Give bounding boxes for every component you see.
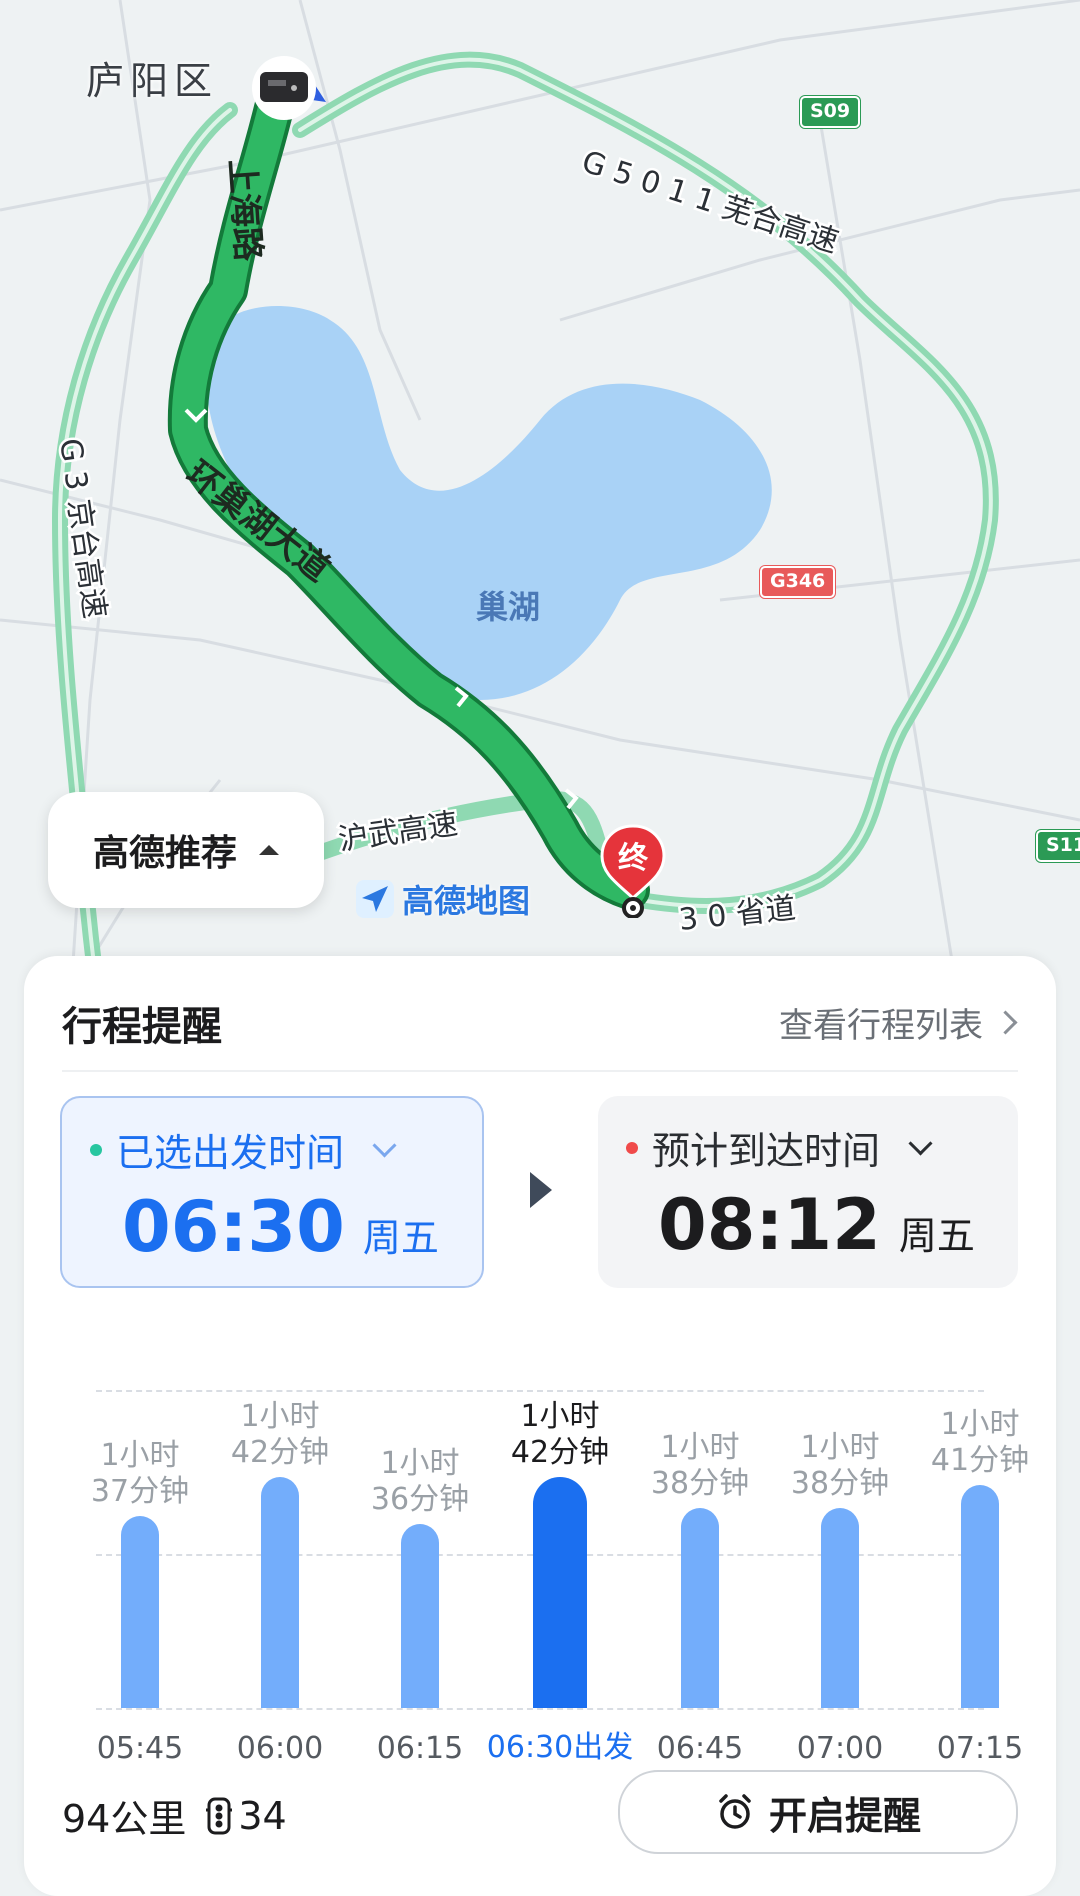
departure-day: 周五 (362, 1216, 439, 1260)
view-trip-list-link[interactable]: 查看行程列表 (779, 998, 1018, 1047)
chart-duration-line: 42分钟 (510, 1435, 610, 1470)
distance-text: 94公里 (62, 1797, 187, 1841)
chart-bar[interactable] (261, 1477, 299, 1708)
origin-car-icon[interactable] (248, 54, 326, 124)
arrival-label: 预计到达时间 (652, 1129, 881, 1173)
departure-time: 06:30 (122, 1186, 345, 1268)
travel-time-chart: 1小时 37分钟 05:45 1小时 42分钟 06:00 1小时 36分钟 06:15 1小时 4… (60, 1386, 1029, 1766)
view-trip-list-label: 查看行程列表 (779, 1006, 983, 1046)
lake-label: 巢湖 (476, 588, 541, 626)
destination-pin-icon[interactable]: 终 (598, 822, 668, 918)
amap-logo-icon (356, 880, 394, 918)
chart-column[interactable]: 1小时 38分钟 07:00 (770, 1386, 910, 1766)
arrival-dot (626, 1141, 638, 1154)
card-title: 行程提醒 (62, 1004, 222, 1050)
route-summary: 94公里 34 (62, 1788, 287, 1843)
district-label: 庐阳区 (86, 59, 219, 103)
departure-dot (90, 1143, 102, 1156)
chart-column[interactable]: 1小时 41分钟 07:15 (910, 1386, 1050, 1766)
traffic-light-count: 34 (206, 1793, 287, 1838)
brand-name: 高德地图 (402, 882, 531, 920)
departure-time-row: 06:30 周五 (122, 1186, 439, 1268)
chart-bar[interactable] (961, 1485, 999, 1708)
chart-duration-line: 1小时 (660, 1430, 740, 1465)
chart-duration-label: 1小时 41分钟 (910, 1407, 1050, 1479)
chart-duration-label: 1小时 42分钟 (210, 1399, 350, 1471)
chart-duration-line: 1小时 (940, 1407, 1020, 1442)
chart-duration-line: 1小时 (520, 1399, 600, 1434)
chevron-down-icon (908, 1131, 933, 1156)
trip-reminder-card: 行程提醒 查看行程列表 已选出发时间 06:30 周五 预计到达时间 08:12… (24, 956, 1056, 1896)
chart-duration-label: 1小时 42分钟 (490, 1399, 630, 1471)
departure-label: 已选出发时间 (116, 1131, 345, 1175)
g346-shield: G346 (760, 566, 836, 598)
traffic-light-icon (206, 1797, 233, 1834)
departure-time-selector[interactable]: 已选出发时间 06:30 周五 (60, 1096, 484, 1288)
chart-column[interactable]: 1小时 42分钟 06:30出发 (487, 1386, 633, 1766)
s11-shield: S11 (1036, 830, 1080, 862)
chevron-down-icon (372, 1133, 397, 1158)
card-header: 行程提醒 查看行程列表 (62, 956, 1018, 1072)
arrival-time-selector[interactable]: 预计到达时间 08:12 周五 (598, 1096, 1018, 1288)
chart-bar[interactable] (681, 1508, 719, 1708)
arrival-time: 08:12 (658, 1184, 881, 1266)
map-view[interactable]: G 5 0 1 1 芜合高速 G 3 京台高速 沪武高速 3 0 省道 上海路 … (0, 0, 1080, 1018)
arrival-time-row: 08:12 周五 (658, 1184, 975, 1266)
chart-duration-label: 1小时 36分钟 (350, 1446, 490, 1518)
chart-duration-line: 36分钟 (370, 1482, 470, 1517)
chart-bar[interactable] (401, 1524, 439, 1708)
play-arrow-icon (530, 1172, 552, 1208)
end-marker-text: 终 (618, 841, 649, 876)
chart-duration-line: 38分钟 (790, 1466, 890, 1501)
chart-duration-line: 1小时 (240, 1399, 320, 1434)
chart-duration-line: 1小时 (380, 1446, 460, 1481)
chart-duration-line: 41分钟 (930, 1443, 1030, 1478)
chart-duration-line: 1小时 (100, 1438, 180, 1473)
shanghai-road-label: 上海路 (221, 158, 268, 264)
enable-reminder-button[interactable]: 开启提醒 (618, 1770, 1018, 1854)
brand-watermark: 高德地图 (356, 876, 530, 922)
caret-up-icon (259, 845, 279, 855)
chevron-right-icon (993, 1010, 1018, 1035)
recommend-label: 高德推荐 (92, 833, 237, 874)
departure-label-row: 已选出发时间 (90, 1122, 397, 1177)
arrival-label-row: 预计到达时间 (626, 1120, 933, 1175)
chart-bar[interactable] (821, 1508, 859, 1708)
chart-column[interactable]: 1小时 42分钟 06:00 (210, 1386, 350, 1766)
arrival-day: 周五 (898, 1214, 975, 1258)
chart-column[interactable]: 1小时 37分钟 05:45 (70, 1386, 210, 1766)
chart-bar[interactable] (121, 1516, 159, 1708)
chart-duration-label: 1小时 37分钟 (70, 1438, 210, 1510)
chart-duration-label: 1小时 38分钟 (770, 1430, 910, 1502)
chart-column[interactable]: 1小时 36分钟 06:15 (350, 1386, 490, 1766)
chart-column[interactable]: 1小时 38分钟 06:45 (630, 1386, 770, 1766)
chart-bar[interactable] (533, 1477, 587, 1708)
recommend-route-selector[interactable]: 高德推荐 (48, 792, 324, 908)
traffic-light-number: 34 (238, 1793, 287, 1838)
chart-duration-line: 38分钟 (650, 1466, 750, 1501)
alarm-clock-icon (719, 1794, 751, 1829)
chart-duration-label: 1小时 38分钟 (630, 1430, 770, 1502)
chart-tick-label: 07:15 (936, 1731, 1024, 1766)
enable-reminder-label: 开启提醒 (768, 1793, 921, 1838)
chart-duration-line: 37分钟 (90, 1474, 190, 1509)
s09-shield: S09 (800, 96, 861, 128)
chart-duration-line: 1小时 (800, 1430, 880, 1465)
chart-duration-line: 42分钟 (230, 1435, 330, 1470)
